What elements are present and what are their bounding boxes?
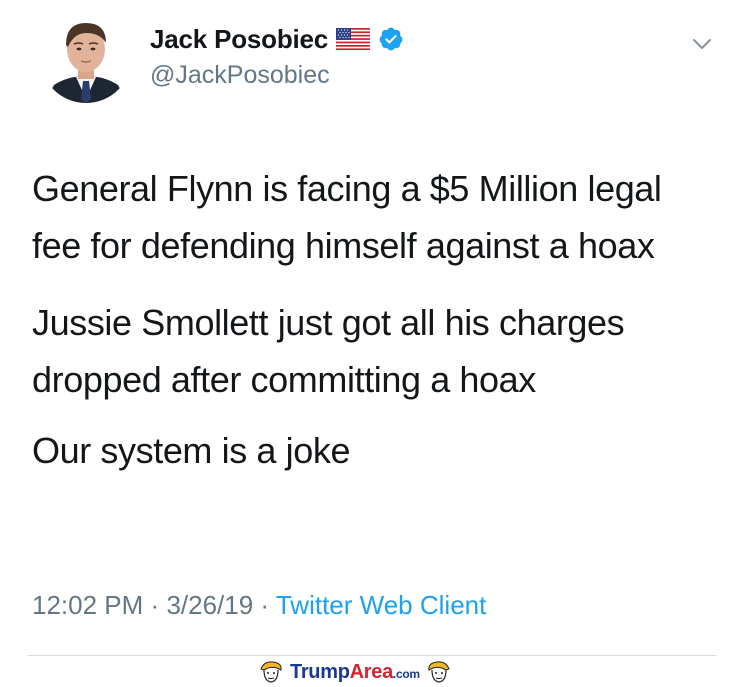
tweet-text: General Flynn is facing a $5 Million leg… [32, 160, 712, 505]
chevron-down-icon[interactable] [688, 30, 716, 58]
handle[interactable]: @JackPosobiec [150, 61, 330, 90]
divider [28, 655, 716, 656]
avatar[interactable] [40, 11, 132, 103]
tweet-meta: 12:02 PM · 3/26/19 · Twitter Web Client [32, 590, 486, 621]
tweet-time[interactable]: 12:02 PM [32, 590, 143, 620]
avatar-photo [40, 11, 132, 103]
us-flag-icon [336, 28, 371, 50]
watermark: TrumpArea.com [258, 659, 452, 685]
meta-separator: · [150, 590, 160, 620]
tweet-date[interactable]: 3/26/19 [166, 590, 253, 620]
verified-badge-icon [379, 27, 403, 51]
caricature-face-icon [260, 661, 282, 683]
tweet-paragraph: Our system is a joke [32, 430, 351, 471]
tweet-source-link[interactable]: Twitter Web Client [276, 590, 486, 620]
tweet-paragraph: General Flynn is facing a $5 Million leg… [32, 168, 662, 266]
caricature-face-icon [428, 661, 450, 683]
tweet-paragraph: Jussie Smollett just got all his charges… [32, 302, 625, 400]
author-name-row: Jack Posobiec [150, 22, 404, 56]
display-name[interactable]: Jack Posobiec [150, 24, 328, 55]
meta-separator: · [260, 590, 270, 620]
watermark-text: TrumpArea.com [290, 660, 420, 683]
